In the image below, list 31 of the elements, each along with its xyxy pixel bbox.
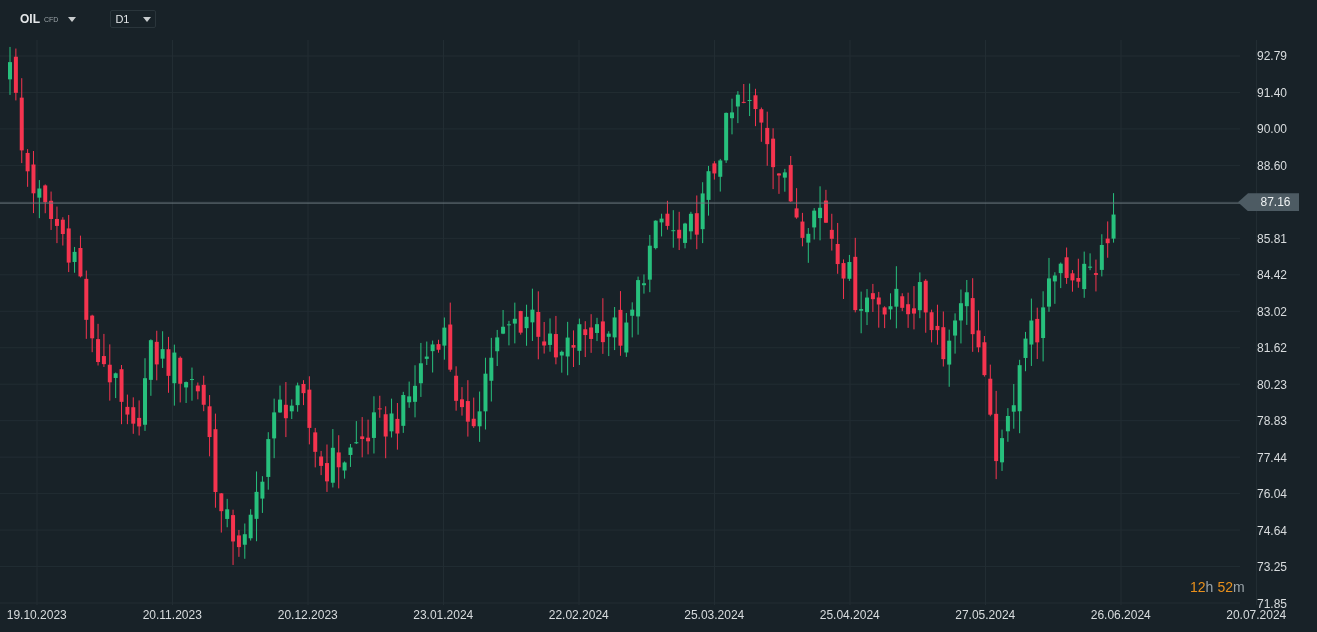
date-axis-label: 25.04.2024	[818, 608, 881, 622]
date-axis-label: 23.01.2024	[412, 608, 475, 622]
date-axis-label: 20.07.2024	[1225, 608, 1288, 622]
caret-icon	[143, 16, 152, 22]
date-axis-label: 27.05.2024	[954, 608, 1017, 622]
price-axis-label: 77.44	[1256, 450, 1287, 465]
price-axis-label: 76.04	[1256, 487, 1287, 502]
date-axis-label: 19.10.2023	[5, 608, 68, 622]
current-price-tag: 87.16	[1238, 193, 1299, 212]
price-axis-label: 71.85	[1256, 596, 1287, 611]
price-axis-label: 88.60	[1256, 158, 1287, 173]
date-axis-label: 20.11.2023	[141, 608, 203, 622]
candle-countdown: 12h 52m	[1190, 579, 1246, 595]
date-axis-label: 22.02.2024	[547, 608, 610, 622]
price-axis-label: 90.00	[1256, 122, 1287, 137]
price-axis-label: 85.81	[1256, 231, 1287, 246]
date-axis-label: 26.06.2024	[1089, 608, 1152, 622]
price-axis-label: 84.42	[1256, 268, 1287, 283]
price-axis-label: 73.25	[1256, 560, 1287, 575]
price-axis-label: 81.62	[1256, 341, 1287, 356]
date-axis-label: 25.03.2024	[683, 608, 746, 622]
date-axis-label: 20.12.2023	[276, 608, 339, 622]
price-axis-label: 92.79	[1256, 49, 1287, 63]
price-axis-label: 83.02	[1256, 304, 1287, 319]
price-axis-label: 80.23	[1256, 377, 1287, 392]
interval-dropdown[interactable]: D1	[110, 10, 157, 28]
price-axis-label: 91.40	[1256, 85, 1287, 100]
caret-icon[interactable]	[68, 16, 77, 22]
price-axis-label: 74.64	[1256, 523, 1287, 538]
price-axis-label: 78.83	[1256, 414, 1287, 429]
symbol-label[interactable]: OIL	[20, 12, 40, 26]
